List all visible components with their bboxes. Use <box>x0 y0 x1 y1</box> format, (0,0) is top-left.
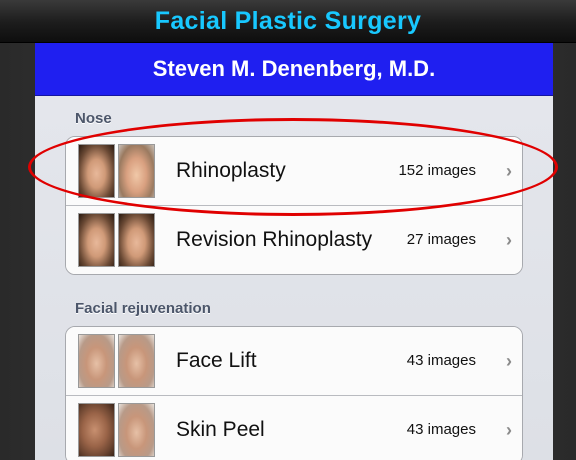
chevron-right-icon: › <box>506 230 512 250</box>
image-count: 43 images <box>406 352 476 369</box>
app-title-bar: Facial Plastic Surgery <box>0 0 576 43</box>
doctor-header: Steven M. Denenberg, M.D. <box>35 43 553 96</box>
chevron-right-icon: › <box>506 351 512 371</box>
before-photo <box>78 334 115 388</box>
list-item-revision-rhinoplasty[interactable]: Revision Rhinoplasty 27 images › <box>66 206 522 274</box>
after-photo <box>118 213 155 267</box>
after-photo <box>118 334 155 388</box>
image-count: 27 images <box>406 231 476 248</box>
group-nose: Rhinoplasty 152 images › Revision Rhinop… <box>65 136 523 275</box>
gallery-list: Nose Rhinoplasty 152 images › Revision R… <box>35 96 553 460</box>
before-photo <box>78 213 115 267</box>
section-label-facial-rejuvenation: Facial rejuvenation <box>75 300 211 317</box>
list-item-label: Rhinoplasty <box>176 159 286 182</box>
list-item-rhinoplasty[interactable]: Rhinoplasty 152 images › <box>66 137 522 206</box>
before-photo <box>78 144 115 198</box>
after-photo <box>118 144 155 198</box>
image-count: 43 images <box>406 421 476 438</box>
image-count: 152 images <box>398 162 476 179</box>
list-item-face-lift[interactable]: Face Lift 43 images › <box>66 327 522 396</box>
list-item-label: Skin Peel <box>176 418 265 441</box>
list-item-label: Face Lift <box>176 349 257 372</box>
chevron-right-icon: › <box>506 161 512 181</box>
chevron-right-icon: › <box>506 420 512 440</box>
section-label-nose: Nose <box>75 110 112 127</box>
list-item-label: Revision Rhinoplasty <box>176 228 373 251</box>
after-photo <box>118 403 155 457</box>
app-title: Facial Plastic Surgery <box>154 7 422 35</box>
list-item-skin-peel[interactable]: Skin Peel 43 images › <box>66 396 522 460</box>
before-photo <box>78 403 115 457</box>
group-facial-rejuvenation: Face Lift 43 images › Skin Peel 43 image… <box>65 326 523 460</box>
main-panel: Steven M. Denenberg, M.D. Nose Rhinoplas… <box>35 43 553 460</box>
